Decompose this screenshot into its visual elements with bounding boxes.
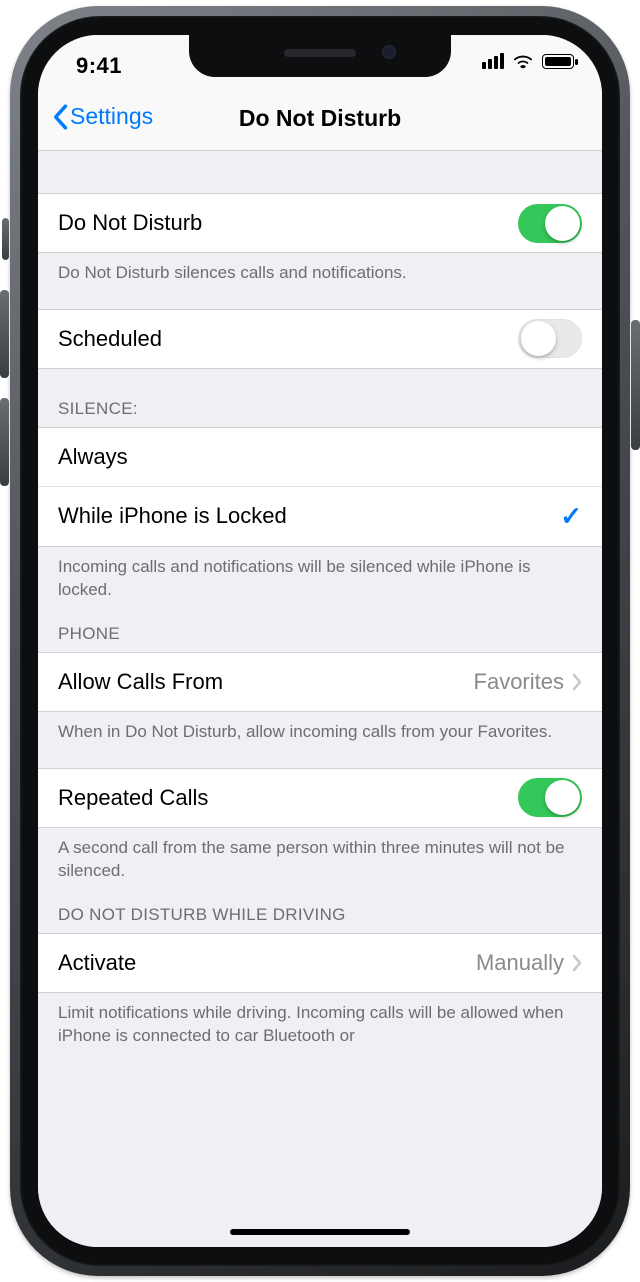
allow-calls-label: Allow Calls From [58,669,223,695]
repeated-calls-footer: A second call from the same person withi… [38,828,602,883]
scheduled-switch[interactable] [518,319,582,358]
volume-up-hw [0,290,9,378]
cellular-signal-icon [482,53,504,69]
nav-bar: Settings Do Not Disturb [38,89,602,151]
activate-value: Manually [476,950,564,976]
allow-calls-row[interactable]: Allow Calls From Favorites [38,652,602,712]
status-time: 9:41 [76,53,122,79]
home-indicator[interactable] [230,1229,410,1235]
allow-calls-value: Favorites [474,669,564,695]
silence-locked-row[interactable]: While iPhone is Locked ✓ [38,487,602,547]
checkmark-icon: ✓ [560,501,582,532]
driving-footer: Limit notifications while driving. Incom… [38,993,602,1048]
chevron-right-icon [572,673,582,691]
silence-always-label: Always [58,444,128,470]
allow-calls-footer: When in Do Not Disturb, allow incoming c… [38,712,602,744]
page-title: Do Not Disturb [38,105,602,132]
do-not-disturb-footer: Do Not Disturb silences calls and notifi… [38,253,602,285]
chevron-right-icon [572,954,582,972]
battery-icon [542,54,574,69]
repeated-calls-row[interactable]: Repeated Calls [38,768,602,828]
phone-header: PHONE [38,602,602,652]
volume-down-hw [0,398,9,486]
do-not-disturb-label: Do Not Disturb [58,210,202,236]
driving-header: DO NOT DISTURB WHILE DRIVING [38,883,602,933]
activate-row[interactable]: Activate Manually [38,933,602,993]
do-not-disturb-row[interactable]: Do Not Disturb [38,193,602,253]
screen: 9:41 Settings Do Not Disturb Do Not Dist… [38,35,602,1247]
silence-locked-label: While iPhone is Locked [58,503,287,529]
silence-footer: Incoming calls and notifications will be… [38,547,602,602]
silence-header: SILENCE: [38,369,602,427]
scheduled-row[interactable]: Scheduled [38,309,602,369]
power-button-hw [631,320,640,450]
scheduled-label: Scheduled [58,326,162,352]
silence-always-row[interactable]: Always [38,427,602,487]
settings-scroll[interactable]: Do Not Disturb Do Not Disturb silences c… [38,151,602,1247]
wifi-icon [512,53,534,69]
front-camera [382,45,396,59]
do-not-disturb-switch[interactable] [518,204,582,243]
speaker-grille [284,49,356,57]
activate-label: Activate [58,950,136,976]
repeated-calls-switch[interactable] [518,778,582,817]
mute-switch-hw [2,218,9,260]
notch [189,35,451,77]
repeated-calls-label: Repeated Calls [58,785,208,811]
